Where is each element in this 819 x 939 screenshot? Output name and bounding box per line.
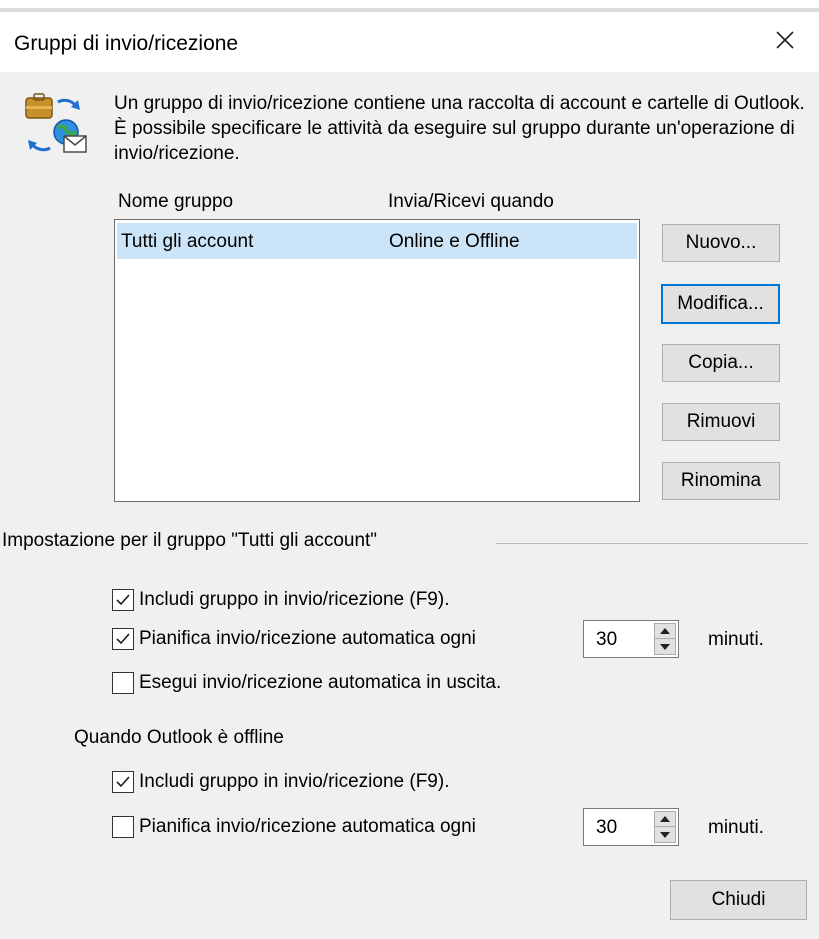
schedule-offline-unit: minuti. xyxy=(708,817,764,838)
column-header-group-name: Nome gruppo xyxy=(118,191,234,212)
schedule-offline-minutes-stepper[interactable]: 30 xyxy=(583,808,679,846)
list-item-send-receive-when: Online e Offline xyxy=(389,231,520,252)
stepper-buttons[interactable] xyxy=(654,623,676,655)
offline-section-label: Quando Outlook è offline xyxy=(74,727,284,748)
group-settings-label: Impostazione per il gruppo "Tutti gli ac… xyxy=(2,530,386,552)
include-group-offline-row[interactable]: Includi gruppo in invio/ricezione (F9). xyxy=(112,771,450,793)
spin-up-icon[interactable] xyxy=(655,624,675,639)
close-icon[interactable] xyxy=(765,20,805,60)
schedule-online-label: Pianifica invio/ricezione automatica ogn… xyxy=(139,628,476,649)
spin-down-icon[interactable] xyxy=(655,827,675,842)
spin-up-icon[interactable] xyxy=(655,812,675,827)
checkmark-icon xyxy=(116,633,130,645)
run-on-exit-label: Esegui invio/ricezione automatica in usc… xyxy=(139,672,502,693)
include-group-online-row[interactable]: Includi gruppo in invio/ricezione (F9). xyxy=(112,589,450,611)
run-on-exit-checkbox[interactable] xyxy=(112,672,134,694)
include-group-online-label: Includi gruppo in invio/ricezione (F9). xyxy=(139,589,450,610)
close-button[interactable]: Chiudi xyxy=(670,880,807,920)
list-item-group-name: Tutti gli account xyxy=(121,231,254,252)
groups-listbox[interactable]: Tutti gli account Online e Offline xyxy=(114,219,640,502)
schedule-online-unit: minuti. xyxy=(708,629,764,650)
new-button[interactable]: Nuovo... xyxy=(662,224,780,262)
window-title: Gruppi di invio/ricezione xyxy=(14,32,239,55)
send-receive-groups-dialog: Gruppi di invio/ricezione Un gruppo di i… xyxy=(0,0,819,939)
copy-button[interactable]: Copia... xyxy=(662,344,780,382)
schedule-offline-checkbox[interactable] xyxy=(112,816,134,838)
column-header-send-receive-when: Invia/Ricevi quando xyxy=(388,191,554,212)
schedule-online-checkbox[interactable] xyxy=(112,628,134,650)
spin-down-icon[interactable] xyxy=(655,639,675,654)
list-item[interactable]: Tutti gli account Online e Offline xyxy=(117,223,637,259)
include-group-offline-checkbox[interactable] xyxy=(112,771,134,793)
include-group-offline-label: Includi gruppo in invio/ricezione (F9). xyxy=(139,771,450,792)
include-group-online-checkbox[interactable] xyxy=(112,589,134,611)
schedule-offline-minutes-value[interactable]: 30 xyxy=(596,817,617,839)
schedule-offline-label: Pianifica invio/ricezione automatica ogn… xyxy=(139,816,476,837)
rename-button[interactable]: Rinomina xyxy=(662,462,780,500)
edit-button[interactable]: Modifica... xyxy=(661,284,780,324)
send-receive-groups-icon xyxy=(20,92,92,164)
checkmark-icon xyxy=(116,594,130,606)
checkmark-icon xyxy=(116,776,130,788)
schedule-online-minutes-stepper[interactable]: 30 xyxy=(583,620,679,658)
top-strip xyxy=(0,0,819,8)
intro-text: Un gruppo di invio/ricezione contiene un… xyxy=(114,93,805,164)
schedule-offline-row[interactable]: Pianifica invio/ricezione automatica ogn… xyxy=(112,816,476,838)
run-on-exit-row[interactable]: Esegui invio/ricezione automatica in usc… xyxy=(112,672,501,694)
remove-button[interactable]: Rimuovi xyxy=(662,403,780,441)
group-divider xyxy=(496,543,808,544)
stepper-buttons[interactable] xyxy=(654,811,676,843)
title-bar: Gruppi di invio/ricezione xyxy=(0,12,819,72)
schedule-online-row[interactable]: Pianifica invio/ricezione automatica ogn… xyxy=(112,628,476,650)
schedule-online-minutes-value[interactable]: 30 xyxy=(596,629,617,651)
